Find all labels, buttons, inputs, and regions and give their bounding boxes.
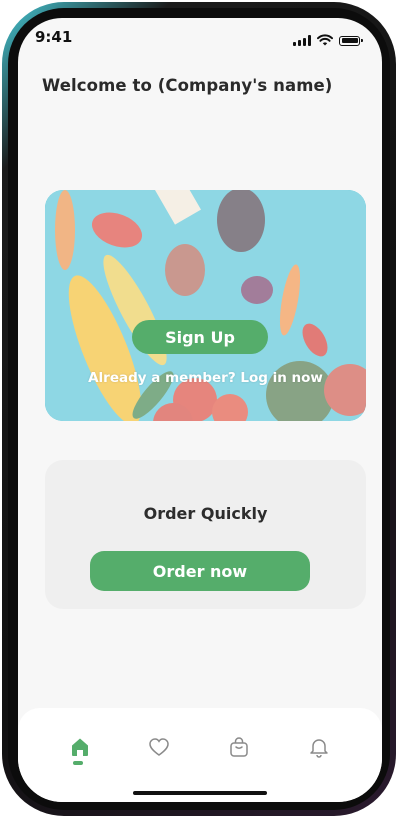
- login-link[interactable]: Already a member? Log in now: [45, 370, 366, 386]
- hero-banner: Sign Up Already a member? Log in now: [45, 190, 366, 421]
- tab-cart[interactable]: [226, 734, 252, 760]
- page-title: Welcome to (Company's name): [42, 76, 333, 95]
- status-icons: [293, 31, 363, 50]
- status-time: 9:41: [35, 28, 73, 46]
- order-card-title: Order Quickly: [143, 504, 268, 523]
- tab-favorites[interactable]: [146, 734, 172, 760]
- bag-icon: [230, 737, 248, 757]
- app-screen: 9:41 Welcome to (Company's name) Sign Up…: [18, 18, 382, 802]
- wifi-icon: [317, 31, 333, 50]
- bell-icon: [310, 739, 328, 758]
- battery-icon: [339, 35, 363, 46]
- heart-icon: [149, 738, 169, 756]
- signal-icon: [293, 35, 311, 46]
- order-card: Order Quickly Order now: [45, 460, 366, 609]
- home-indicator[interactable]: [133, 791, 267, 795]
- tab-home[interactable]: [67, 734, 93, 760]
- home-icon: [72, 738, 88, 756]
- sign-up-button[interactable]: Sign Up: [132, 320, 268, 354]
- order-now-button[interactable]: Order now: [90, 551, 310, 591]
- tab-notifications[interactable]: [306, 734, 332, 760]
- tab-bar: [18, 708, 382, 802]
- status-bar: 9:41: [18, 18, 382, 58]
- active-tab-indicator: [73, 761, 83, 765]
- hero-overlay: [45, 190, 366, 421]
